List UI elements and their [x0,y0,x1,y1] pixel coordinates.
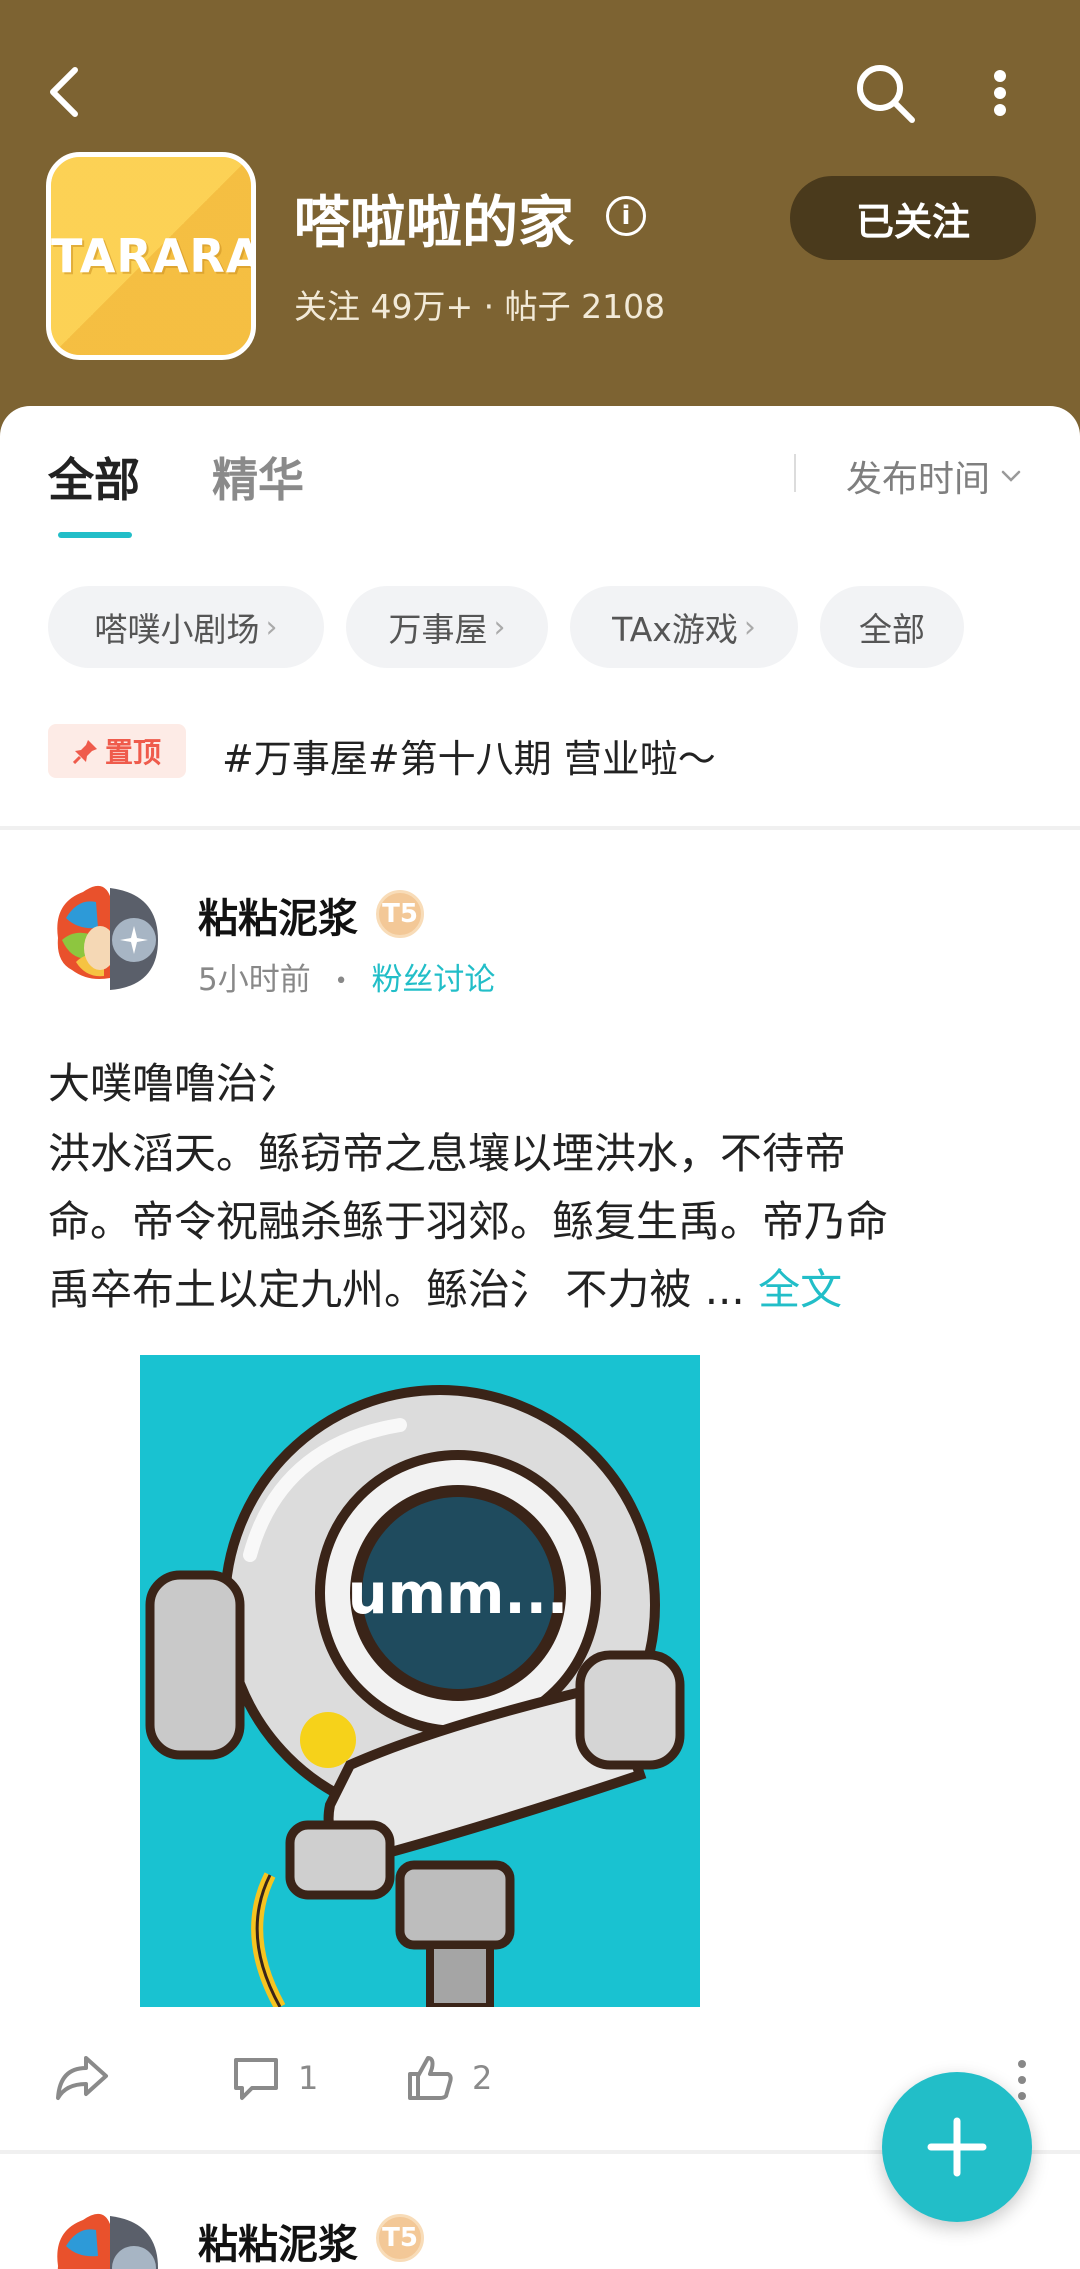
author-name[interactable]: 粘粘泥浆 [198,886,358,944]
search-button[interactable] [852,60,918,126]
chevron-right-icon: › [493,609,506,645]
share-icon [56,2056,108,2100]
post-meta: 5小时前 • 粉丝讨论 [198,962,496,998]
level-badge: T5 [376,890,424,938]
post-title[interactable]: 大噗噜噜治氵 [48,1050,300,1111]
post-more-button[interactable] [1010,2060,1034,2100]
like-button[interactable]: 2 [404,2052,492,2104]
visor-text: umm... [348,1562,568,1627]
chip-label: 万事屋 [388,610,488,649]
author-name[interactable]: 粘粘泥浆 [198,2212,358,2269]
sort-dropdown[interactable]: 发布时间 [846,450,1022,502]
post-category[interactable]: 粉丝讨论 [371,962,495,998]
forum-title: 嗒啦啦的家 [294,191,574,256]
chip-label: 全部 [859,610,925,649]
like-count: 2 [472,2059,493,2097]
chip-games[interactable]: TAx游戏 › [570,586,798,668]
full-text-link[interactable]: 全文 [758,1265,842,1314]
comment-count: 1 [298,2059,319,2097]
chip-all[interactable]: 全部 [820,586,964,668]
like-icon [408,2056,453,2100]
more-vertical-icon [994,70,1006,82]
avatar[interactable] [48,878,170,1000]
section-separator [0,826,1080,830]
forum-logo: TARARA [46,152,256,360]
more-button[interactable] [972,62,1028,124]
chip-theater[interactable]: 嗒噗小剧场 › [48,586,324,668]
chip-wanshiwu[interactable]: 万事屋 › [346,586,548,668]
pinned-badge: 置顶 [48,724,186,778]
new-post-button[interactable] [882,2072,1032,2222]
share-button[interactable] [52,2052,112,2104]
post-time: 5小时前 [198,962,311,998]
level-badge: T5 [376,2214,424,2262]
info-icon[interactable]: i [606,196,646,236]
robot-illustration: umm... [140,1355,700,2007]
pinned-post-link[interactable]: #万事屋#第十八期 营业啦～ [222,728,716,783]
chip-label: 嗒噗小剧场 [94,610,260,649]
back-icon [50,67,78,117]
logo-text: TARARA [51,229,256,283]
chevron-right-icon: › [743,609,756,645]
divider [794,454,796,492]
active-tab-indicator [58,532,132,538]
tab-best[interactable]: 精华 [212,444,304,510]
pinned-badge-label: 置顶 [104,736,161,769]
sort-label: 发布时间 [846,459,991,500]
follow-button[interactable]: 已关注 [790,176,1036,260]
avatar-image [51,881,167,997]
search-icon [857,65,915,123]
comment-button[interactable]: 1 [230,2052,318,2104]
forum-stats: 关注 49万+ · 帖子 2108 [294,287,666,326]
tab-all[interactable]: 全部 [48,444,140,510]
back-button[interactable] [40,62,88,122]
chip-label: TAx游戏 [612,610,738,649]
plus-icon [927,2117,987,2177]
post-body-line: 命。帝令祝融杀鲧于羽郊。鲧复生禹。帝乃命 [48,1197,889,1246]
post-body-line: 洪水滔天。鲧窃帝之息壤以堙洪水，不待帝 [48,1129,847,1178]
post-body[interactable]: 洪水滔天。鲧窃帝之息壤以堙洪水，不待帝 命。帝令祝融杀鲧于羽郊。鲧复生禹。帝乃命… [48,1120,1038,1324]
more-vertical-icon [1018,2060,1026,2068]
chevron-right-icon: › [265,609,278,645]
chevron-down-icon [1001,470,1021,482]
post-image[interactable]: umm... [140,1355,700,2007]
pin-icon [72,740,97,764]
post-body-line: 禹卒布土以定九州。鲧治氵 不力被 ... [48,1265,759,1314]
forum-header: TARARA 嗒啦啦的家 i 关注 49万+ · 帖子 2108 已关注 [0,0,1080,440]
comment-icon [234,2058,278,2100]
